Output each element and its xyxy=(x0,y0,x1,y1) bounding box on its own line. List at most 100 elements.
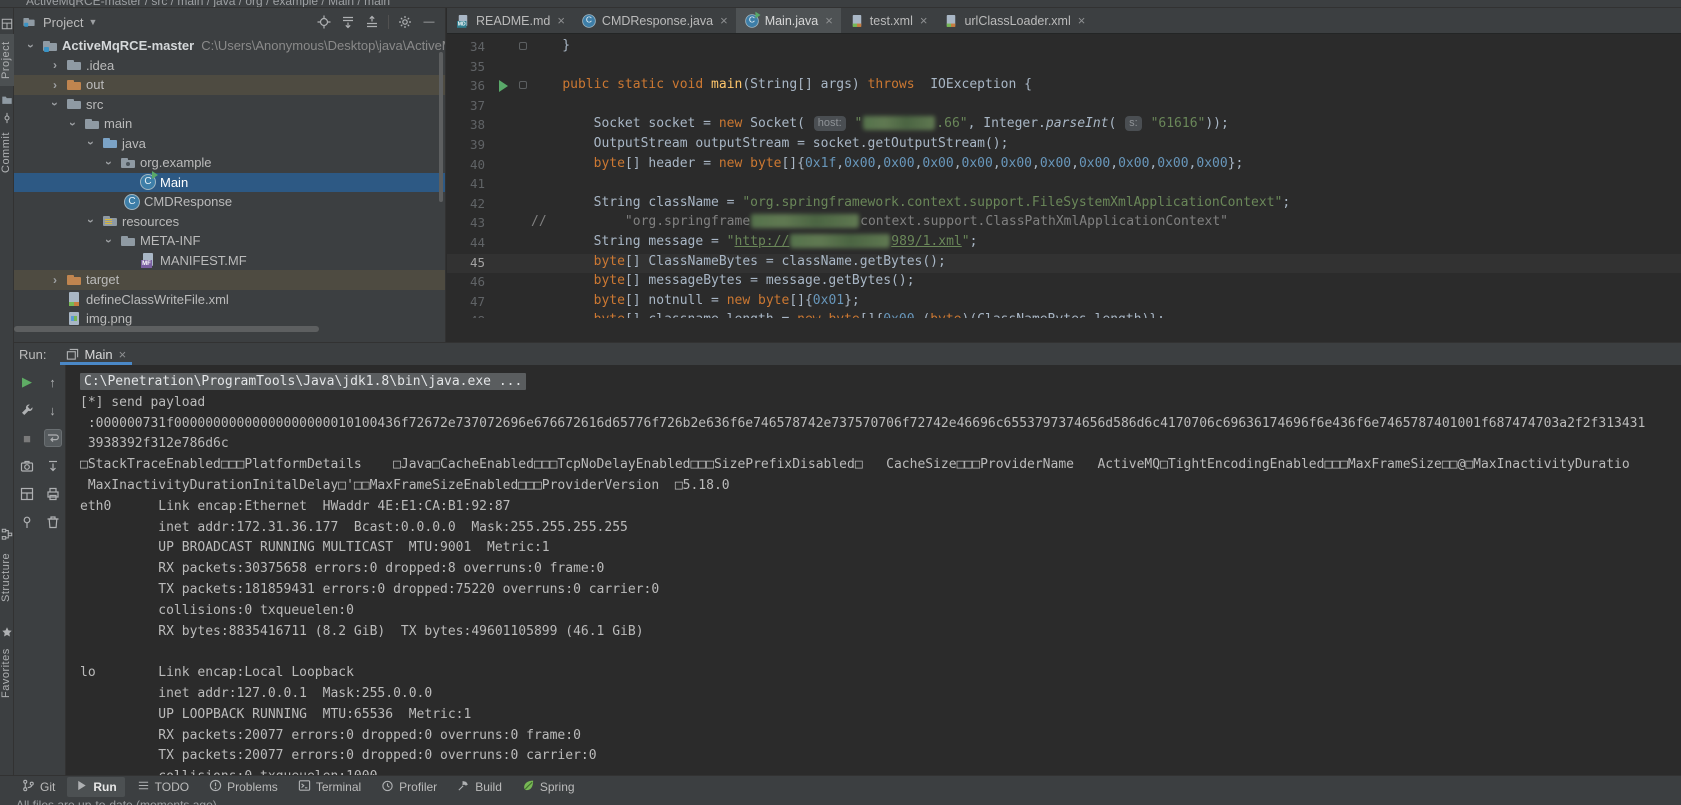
tree-item--idea[interactable]: ›.idea xyxy=(14,56,445,76)
hide-panel-button[interactable]: — xyxy=(421,14,437,30)
project-horizontal-scrollbar[interactable] xyxy=(14,326,319,332)
star-icon[interactable] xyxy=(1,626,13,638)
rerun-button[interactable]: ▶ xyxy=(18,373,36,391)
scroll-to-end-button[interactable] xyxy=(44,457,62,475)
chevron-expanded-icon[interactable]: › xyxy=(102,158,116,168)
fold-icon[interactable] xyxy=(519,42,527,50)
stripe-item-favorites[interactable]: Favorites xyxy=(0,642,14,704)
print-button[interactable] xyxy=(44,485,62,503)
pin-tab-button[interactable] xyxy=(18,513,36,531)
settings-gear-button[interactable] xyxy=(397,14,413,30)
tree-item-main[interactable]: ›main xyxy=(14,114,445,134)
gutter xyxy=(485,136,531,156)
line-number: 39 xyxy=(447,136,485,156)
close-icon[interactable]: × xyxy=(720,14,728,27)
line-number: 36 xyxy=(447,77,485,97)
run-console-output[interactable]: C:\Penetration\ProgramTools\Java\jdk1.8\… xyxy=(66,365,1681,775)
tree-item-label: out xyxy=(86,77,104,92)
toolwindow-button-spring[interactable]: Spring xyxy=(514,777,583,797)
tree-item-main[interactable]: Main xyxy=(14,173,445,193)
tree-item-resources[interactable]: ›resources xyxy=(14,212,445,232)
close-icon[interactable]: × xyxy=(1078,14,1086,27)
restore-layout-button[interactable] xyxy=(18,485,36,503)
status-bar: All files are up-to-date (moments ago) xyxy=(0,797,1681,805)
tree-item-manifest-mf[interactable]: MANIFEST.MF xyxy=(14,251,445,271)
console-line: UP LOOPBACK RUNNING MTU:65536 Metric:1 xyxy=(80,705,1681,726)
folder-source-icon xyxy=(102,135,118,151)
structure-icon[interactable] xyxy=(1,528,13,540)
chevron-expanded-icon[interactable]: › xyxy=(84,138,98,148)
stripe-item-commit[interactable]: Commit xyxy=(0,128,14,178)
tab-main-java[interactable]: Main.java× xyxy=(736,8,841,33)
toolwindow-button-label: Problems xyxy=(227,780,278,794)
close-icon[interactable]: × xyxy=(920,14,928,27)
line-number: 45 xyxy=(447,254,485,274)
stop-button[interactable]: ■ xyxy=(18,429,36,447)
soft-wrap-toggle[interactable] xyxy=(44,429,62,447)
code-text: byte[] header = new byte[]{0x1f,0x00,0x0… xyxy=(531,156,1243,176)
tab-readme-md[interactable]: README.md× xyxy=(447,8,573,33)
expand-all-button[interactable] xyxy=(340,14,356,30)
run-line-icon[interactable] xyxy=(499,80,508,92)
tree-item-java[interactable]: ›java xyxy=(14,134,445,154)
console-line: RX bytes:8835416711 (8.2 GiB) TX bytes:4… xyxy=(80,622,1681,643)
locate-file-button[interactable] xyxy=(316,14,332,30)
toolwindow-button-build[interactable]: Build xyxy=(449,777,510,797)
project-tool-icon[interactable] xyxy=(1,18,13,30)
console-line: [*] send payload xyxy=(80,393,1681,414)
tree-item-meta-inf[interactable]: ›META-INF xyxy=(14,231,445,251)
fold-icon[interactable] xyxy=(519,81,527,89)
close-icon[interactable]: × xyxy=(825,14,833,27)
tree-item-src[interactable]: › src xyxy=(14,95,445,115)
stripe-item-structure[interactable]: Structure xyxy=(0,546,14,608)
tree-item-out[interactable]: › out xyxy=(14,75,445,95)
tree-item-org-example[interactable]: ›org.example xyxy=(14,153,445,173)
tree-item-activemqrce-master[interactable]: ›ActiveMqRCE-masterC:\Users\Anonymous\De… xyxy=(14,36,445,56)
toolwindow-button-todo[interactable]: TODO xyxy=(129,777,197,797)
toolwindow-button-profiler[interactable]: Profiler xyxy=(373,777,445,797)
tab-test-xml[interactable]: test.xml× xyxy=(841,8,936,33)
toolwindow-button-terminal[interactable]: Terminal xyxy=(290,777,369,797)
file-xml-icon xyxy=(66,291,82,307)
toolwindow-button-run[interactable]: Run xyxy=(67,777,124,797)
chevron-expanded-icon[interactable]: › xyxy=(48,99,62,109)
close-icon[interactable]: × xyxy=(557,14,565,27)
project-panel-title[interactable]: Project xyxy=(43,15,83,30)
tab-cmdresponse-java[interactable]: CMDResponse.java× xyxy=(573,8,736,33)
commit-icon[interactable] xyxy=(1,112,13,124)
clear-all-button[interactable] xyxy=(44,513,62,531)
console-line: C:\Penetration\ProgramTools\Java\jdk1.8\… xyxy=(80,372,1681,393)
code-text: Socket socket = new Socket( host: ".66",… xyxy=(531,116,1229,136)
chevron-collapsed-icon[interactable]: › xyxy=(50,58,60,72)
settings-wrench-button[interactable] xyxy=(18,401,36,419)
code-editor[interactable]: 34 }3536 public static void main(String[… xyxy=(447,34,1681,318)
chevron-collapsed-icon[interactable]: › xyxy=(50,273,60,287)
chevron-expanded-icon[interactable]: › xyxy=(66,119,80,129)
code-line-35: 35 xyxy=(447,58,1681,78)
stripe-item-project[interactable]: Project xyxy=(0,34,14,86)
gutter xyxy=(485,293,531,313)
tree-item-label: src xyxy=(86,97,103,112)
toolwindow-button-git[interactable]: Git xyxy=(14,777,63,797)
tree-item-target[interactable]: ›target xyxy=(14,270,445,290)
tree-item-defineclasswritefile-xml[interactable]: defineClassWriteFile.xml xyxy=(14,290,445,310)
tab-urlclassloader-xml[interactable]: urlClassLoader.xml× xyxy=(935,8,1093,33)
up-stack-trace-button[interactable]: ↑ xyxy=(44,373,62,391)
tree-item-cmdresponse[interactable]: CMDResponse xyxy=(14,192,445,212)
down-stack-trace-button[interactable]: ↓ xyxy=(44,401,62,419)
collapse-all-button[interactable] xyxy=(364,14,380,30)
chevron-collapsed-icon[interactable]: › xyxy=(50,78,60,92)
chevron-down-icon[interactable]: ▼ xyxy=(88,17,97,27)
chevron-expanded-icon[interactable]: › xyxy=(24,41,38,51)
editor-area: README.md×CMDResponse.java×Main.java×tes… xyxy=(447,8,1681,342)
folder-icon[interactable] xyxy=(1,94,13,106)
project-vertical-scrollbar[interactable] xyxy=(439,52,443,202)
close-icon[interactable]: × xyxy=(119,347,127,362)
breadcrumb[interactable]: ActiveMqRCE-master / src / main / java /… xyxy=(0,0,1681,8)
toolwindow-button-problems[interactable]: Problems xyxy=(201,777,286,797)
chevron-expanded-icon[interactable]: › xyxy=(102,236,116,246)
run-tab-main[interactable]: Main × xyxy=(60,343,132,365)
chevron-expanded-icon[interactable]: › xyxy=(84,216,98,226)
dump-threads-button[interactable] xyxy=(18,457,36,475)
code-text: byte[] messageBytes = message.getBytes()… xyxy=(531,273,915,293)
